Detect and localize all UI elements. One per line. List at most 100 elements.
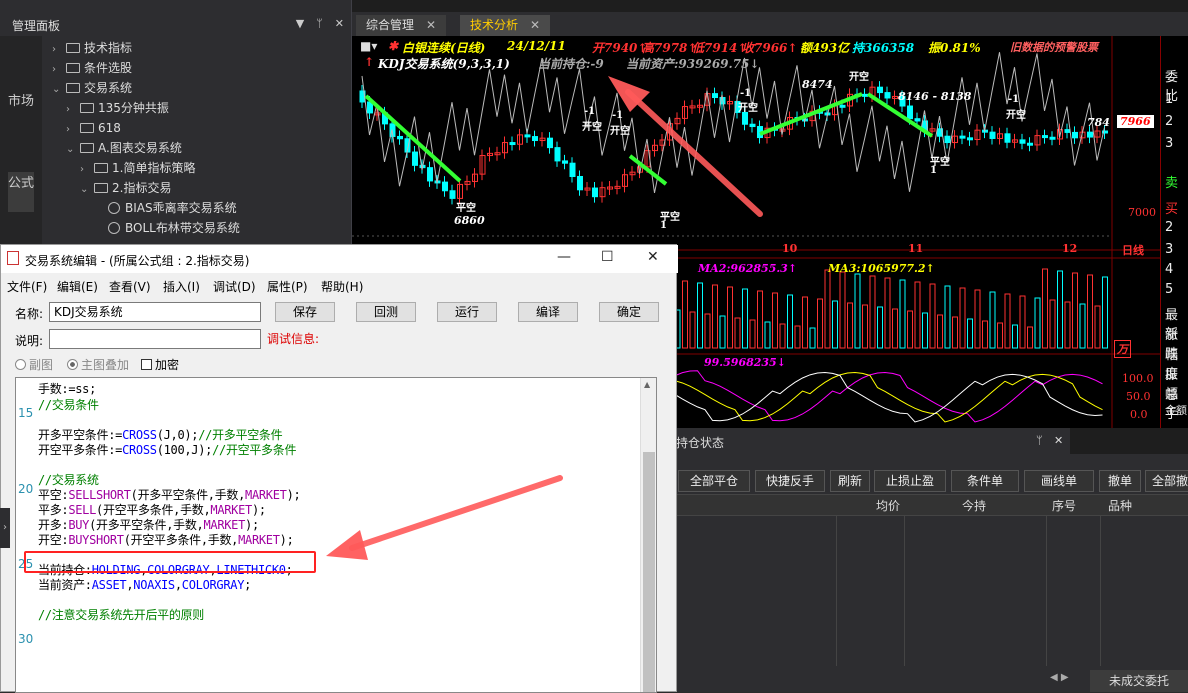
chevron-down-icon[interactable]: ⌄	[66, 140, 78, 160]
maximize-icon[interactable]: ☐	[601, 249, 614, 265]
stop-loss-button[interactable]: 止损止盈	[874, 470, 946, 492]
menu-properties[interactable]: 属性(P)	[267, 278, 308, 295]
column-today-hold[interactable]: 今持	[962, 497, 986, 514]
code-token: 平空:	[38, 488, 69, 502]
menu-debug[interactable]: 调试(D)	[213, 278, 256, 295]
refresh-button[interactable]: 刷新	[830, 470, 870, 492]
cancel-order-button[interactable]: 撤单	[1099, 470, 1141, 492]
code-token: 开多:	[38, 518, 69, 532]
name-label: 名称:	[15, 307, 44, 321]
arrow-up-icon: ↑	[364, 55, 375, 69]
chevron-right-icon[interactable]: ›	[66, 120, 78, 140]
collapse-arrow-icon[interactable]: ›	[0, 508, 10, 548]
menu-file[interactable]: 文件(F)	[7, 278, 47, 295]
menu-edit[interactable]: 编辑(E)	[57, 278, 98, 295]
chevron-down-icon[interactable]: ⌄	[80, 180, 92, 200]
close-icon[interactable]: ✕	[335, 17, 344, 30]
code-token: COLORGRAY	[181, 578, 245, 592]
close-all-button[interactable]: 全部平仓	[678, 470, 750, 492]
menu-bar: 文件(F) 编辑(E) 查看(V) 插入(I) 调试(D) 属性(P) 帮助(H…	[1, 275, 678, 295]
encrypt-checkbox[interactable]: 加密	[141, 356, 179, 373]
quick-reverse-button[interactable]: 快捷反手	[755, 470, 825, 492]
close-icon[interactable]: ✕	[647, 249, 659, 265]
month-label: 11	[908, 242, 924, 255]
main-overlay-radio[interactable]: 主图叠加	[67, 356, 129, 373]
column-index[interactable]: 序号	[1052, 497, 1076, 514]
radio-selected-icon	[67, 359, 78, 370]
tab-overview[interactable]: 综合管理 ✕	[356, 15, 447, 36]
signal-label: 开空	[582, 122, 602, 133]
volume-bar	[727, 286, 733, 349]
close-icon[interactable]: ✕	[426, 18, 436, 32]
tree-item[interactable]: › 1.简单指标策略	[80, 158, 195, 178]
chevron-down-icon[interactable]: ⌄	[52, 80, 64, 100]
pin-icon[interactable]: ᛘ	[1036, 434, 1043, 447]
column-avg-price[interactable]: 均价	[876, 497, 900, 514]
chevron-right-icon[interactable]: ›	[66, 100, 78, 120]
tree-item[interactable]: › 条件选股	[52, 58, 132, 78]
low-price: 低7914↑	[692, 41, 748, 55]
code-token: //交易条件	[38, 398, 99, 412]
run-button[interactable]: 运行	[437, 302, 497, 322]
volume-bar	[802, 296, 808, 349]
description-input[interactable]	[49, 329, 261, 349]
tree-item[interactable]: ⌄ A.图表交易系统	[66, 138, 182, 158]
trading-system-editor-dialog: 交易系统编辑 - (所属公式组 : 2.指标交易) — ☐ ✕ 文件(F) 编辑…	[0, 244, 678, 693]
signal-line	[759, 92, 863, 136]
tree-item[interactable]: BOLL布林带交易系统	[94, 218, 240, 238]
line-order-button[interactable]: 画线单	[1024, 470, 1094, 492]
column-symbol[interactable]: 品种	[1108, 497, 1132, 514]
candle-body	[592, 187, 598, 198]
chart-menu-icon[interactable]: ■▾	[360, 39, 377, 53]
volume-bar	[772, 292, 778, 349]
side-tab-market[interactable]: 市场	[8, 94, 34, 110]
tree-item[interactable]: › 技术指标	[52, 38, 132, 58]
chevron-right-icon[interactable]: ›	[80, 160, 92, 180]
save-button[interactable]: 保存	[275, 302, 335, 322]
chevron-right-icon[interactable]: ›	[52, 40, 64, 60]
scrollbar-thumb[interactable]	[643, 452, 655, 692]
formula-icon	[108, 202, 120, 214]
menu-insert[interactable]: 插入(I)	[163, 278, 200, 295]
tree-item[interactable]: ⌄ 交易系统	[52, 78, 132, 98]
menu-view[interactable]: 查看(V)	[109, 278, 151, 295]
tree-item[interactable]: ⌄ 2.指标交易	[80, 178, 171, 198]
highlight-box	[24, 551, 316, 573]
ask-level: 3	[1165, 136, 1174, 151]
candle-body	[884, 92, 891, 99]
pin-icon[interactable]: ᛘ	[316, 17, 323, 30]
editor-scrollbar[interactable]: ▲	[640, 378, 656, 692]
ok-button[interactable]: 确定	[599, 302, 659, 322]
volume-bar	[712, 284, 718, 349]
tree-item[interactable]: › 618	[66, 118, 121, 138]
signal-label: 开空	[738, 103, 758, 114]
dropdown-icon[interactable]: ▼	[296, 17, 304, 30]
side-tab-formula[interactable]: 公式	[8, 172, 34, 212]
close-icon[interactable]: ✕	[1054, 434, 1063, 447]
cancel-all-button[interactable]: 全部撤	[1145, 470, 1188, 492]
menu-help[interactable]: 帮助(H)	[321, 278, 363, 295]
name-input[interactable]: KDJ交易系统	[49, 302, 261, 322]
volume-bar	[757, 290, 763, 349]
scroll-left-icon[interactable]: ◀ ▶	[1050, 672, 1080, 690]
tree-item[interactable]: BIAS乖离率交易系统	[94, 198, 237, 218]
subchart-radio[interactable]: 副图	[15, 356, 53, 373]
code-editor[interactable]: 15 20 25 30 手数:=ss; //交易条件 开多平空条件:=CROSS(J…	[15, 377, 657, 693]
scroll-up-icon[interactable]: ▲	[644, 380, 650, 389]
candle-body	[749, 123, 756, 128]
chevron-right-icon[interactable]: ›	[52, 60, 64, 80]
code-token: MARKET	[245, 488, 287, 502]
tab-technical-analysis[interactable]: 技术分析 ✕	[460, 15, 551, 36]
tab-pending-orders[interactable]: 未成交委托	[1090, 670, 1188, 692]
volume-bar	[779, 323, 786, 349]
buy-label: 买	[1165, 202, 1179, 217]
volume-ma2: MA2:962855.3↑	[698, 262, 798, 275]
close-icon[interactable]: ✕	[530, 18, 540, 32]
candle-body	[554, 147, 561, 162]
conditional-order-button[interactable]: 条件单	[951, 470, 1019, 492]
tree-item[interactable]: › 135分钟共振	[66, 98, 169, 118]
backtest-button[interactable]: 回测	[356, 302, 416, 322]
y-tick-7000: 7000	[1128, 206, 1156, 219]
compile-button[interactable]: 编译	[518, 302, 578, 322]
minimize-icon[interactable]: —	[557, 249, 571, 265]
